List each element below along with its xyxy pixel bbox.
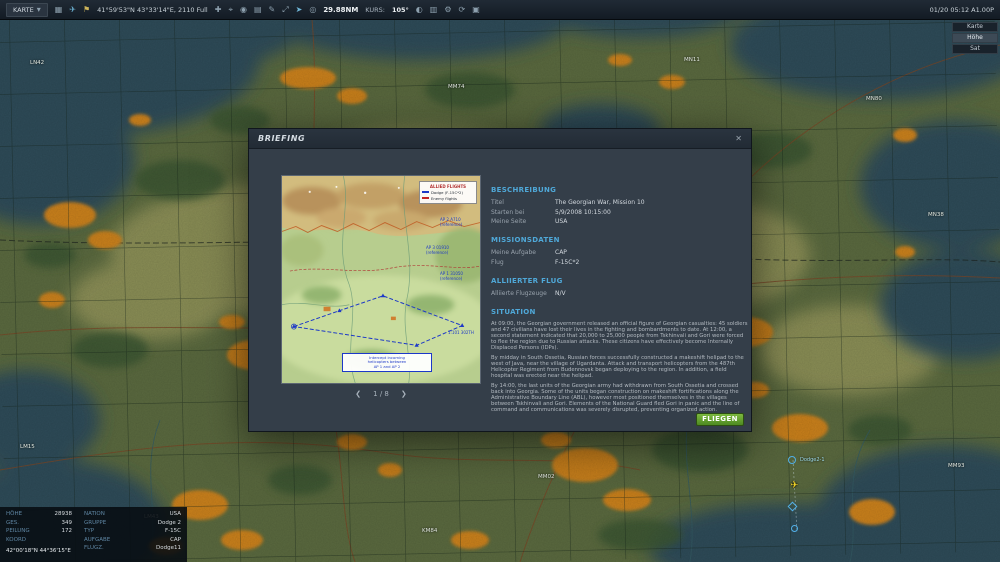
briefing-map-legend: ALLIED FLIGHTS Dodge (F-15C*2) Enemy fli… (419, 181, 477, 204)
crosshair-icon[interactable]: ⌖ (228, 5, 233, 14)
map-layer-switcher: Karte Höhe Sat (952, 22, 998, 54)
chevron-down-icon: ▾ (36, 4, 41, 14)
layer-button-sat[interactable]: Sat (952, 44, 998, 54)
briefing-row: Meine Seite USA (491, 218, 568, 225)
friendly-unit-circle-icon[interactable] (788, 456, 796, 464)
section-header: MISSIONSDATEN (491, 236, 560, 244)
route-icon[interactable]: ➤ (296, 5, 303, 14)
contrast-icon[interactable]: ◐ (416, 5, 423, 14)
section-allierter-flug: ALLIIERTER FLUG Alliierte Flugzeuge N/V (491, 277, 748, 297)
info-row: NATION USA (84, 511, 181, 517)
player-aircraft-icon[interactable]: ✈ (790, 481, 798, 491)
map-grid-label: MM93 (948, 463, 965, 469)
target-icon[interactable]: ◉ (240, 5, 247, 14)
briefing-image-pager: ❮ 1 / 8 ❯ (281, 390, 481, 398)
situation-text: At 09:00, the Georgian government releas… (491, 321, 748, 413)
briefing-row: Starten bei 5/9/2008 10:15:00 (491, 208, 611, 216)
layer-button-hoehe[interactable]: Höhe (952, 33, 998, 43)
briefing-row: Titel The Georgian War, Mission 10 (491, 199, 645, 206)
info-row: GRUPPE Dodge 2 (84, 519, 181, 526)
course-label: KURS: (365, 5, 385, 14)
next-image-arrow-icon[interactable]: ❯ (401, 390, 407, 398)
dcs-f10-map-screen: LN42 MM74 MN11 MN80 MN38 LM15 LM43 MM02 … (0, 0, 1000, 562)
briefing-row: Alliierte Flugzeuge N/V (491, 289, 566, 297)
layers-icon[interactable]: ▤ (254, 5, 262, 14)
info-row: FLUGZ. Dodge11 (84, 545, 181, 551)
pin-icon[interactable]: ◎ (309, 5, 316, 14)
situation-paragraph: By 14:00, the last units of the Georgian… (491, 382, 740, 413)
map-menu-button[interactable]: KARTE ▾ (6, 2, 48, 17)
ruler-distance: 29.88NM (323, 5, 359, 14)
info-row: PEILUNG 172 (6, 528, 72, 534)
briefing-title: BRIEFING (258, 134, 306, 143)
waypoint-label: AP 3 01910 (reference) (426, 245, 449, 255)
waypoint-label: AP 1 31050 (reference) (440, 271, 463, 281)
info-row: HÖHE 28938 (6, 511, 72, 517)
measure-icon[interactable]: ⤢ (282, 5, 288, 14)
unit-callsign-label: Dodge2-1 (800, 457, 825, 463)
close-icon[interactable]: ✕ (735, 134, 742, 143)
briefing-map-image: ALLIED FLIGHTS Dodge (F-15C*2) Enemy fli… (281, 175, 481, 384)
map-grid-label: LM15 (20, 444, 35, 450)
friendly-unit-circle-icon[interactable] (791, 525, 798, 532)
top-toolbar: KARTE ▾ ▦ ✈ ⚑ 41°59'53"N 43°33'14"E, 211… (0, 0, 1000, 20)
legend-swatch-red (422, 197, 429, 199)
map-grid-label: KM84 (422, 528, 438, 534)
briefing-row: Meine Aufgabe CAP (491, 249, 567, 256)
section-header: SITUATION (491, 307, 536, 316)
legend-swatch-blue (422, 191, 429, 193)
situation-paragraph: At 09:00, the Georgian government releas… (491, 320, 748, 351)
waypoint-label: AP 2 A710 (reference) (440, 217, 463, 227)
section-header: ALLIIERTER FLUG (491, 276, 563, 285)
briefing-header: BRIEFING ✕ (249, 129, 751, 149)
fly-button[interactable]: FLIEGEN (696, 413, 744, 426)
legend-entry: Enemy flights (422, 196, 474, 201)
map-menu-label: KARTE (13, 5, 34, 14)
map-grid-label: MN80 (866, 96, 882, 102)
map-grid-label: MN11 (684, 57, 700, 63)
info-panel-left-column: HÖHE 28938 GES. 349 PEILUNG 172 KOORD 42… (6, 511, 72, 554)
list-icon[interactable]: ▥ (430, 5, 438, 14)
selected-unit-coordinates: 42°00'18"N 44°36'15"E (6, 547, 71, 554)
refresh-icon[interactable]: ⟳ (459, 5, 466, 14)
gear-icon[interactable]: ⚙ (444, 5, 451, 14)
situation-paragraph: By midday in South Ossetia, Russian forc… (491, 354, 744, 379)
add-icon[interactable]: ✚ (215, 5, 222, 14)
unit-info-panel: HÖHE 28938 GES. 349 PEILUNG 172 KOORD 42… (0, 507, 187, 562)
section-situation: SITUATION At 09:00, the Georgian governm… (491, 308, 748, 413)
legend-title: ALLIED FLIGHTS (429, 183, 467, 189)
cursor-coordinates: 41°59'53"N 43°33'14"E, 2110 Full (97, 5, 208, 14)
layer-button-karte[interactable]: Karte (952, 22, 998, 32)
briefing-map-note: Intercept incoming helicopters between A… (342, 353, 432, 372)
edit-icon[interactable]: ✎ (269, 5, 276, 14)
briefing-row: Flug F-15C*2 (491, 258, 580, 266)
info-row: KOORD (6, 536, 27, 543)
course-value: 105° (391, 5, 409, 14)
map-grid-label: MM02 (538, 474, 555, 480)
mission-clock: 01/20 05:12 A1.00P (929, 5, 994, 14)
info-row: AUFGABE CAP (84, 536, 181, 543)
map-grid-label: MN38 (928, 212, 944, 218)
waypoint-label: 1:101 302TH (448, 330, 474, 335)
aircraft-icon[interactable]: ✈ (69, 5, 76, 14)
briefing-info-column: BESCHREIBUNG Titel The Georgian War, Mis… (491, 186, 748, 424)
legend-entry: Dodge (F-15C*2) (422, 190, 474, 195)
map-grid-label: LN42 (30, 60, 45, 66)
prev-image-arrow-icon[interactable]: ❮ (355, 390, 361, 398)
map-grid-label: MM74 (448, 84, 465, 90)
image-page-indicator: 1 / 8 (373, 390, 389, 398)
section-beschreibung: BESCHREIBUNG Titel The Georgian War, Mis… (491, 186, 748, 225)
box-icon[interactable]: ▣ (472, 5, 480, 14)
section-missionsdaten: MISSIONSDATEN Meine Aufgabe CAP Flug F-1… (491, 236, 748, 266)
section-header: BESCHREIBUNG (491, 186, 557, 194)
info-panel-right-column: NATION USA GRUPPE Dodge 2 TYP F-15C AUFG… (84, 511, 181, 554)
info-row: TYP F-15C (84, 528, 181, 534)
briefing-dialog: BRIEFING ✕ ALLIED FLIGHTS Dodge (F-15C*2… (248, 128, 752, 432)
grid-toggle-icon[interactable]: ▦ (55, 5, 63, 14)
info-row: GES. 349 (6, 519, 72, 526)
flag-icon[interactable]: ⚑ (83, 5, 90, 14)
